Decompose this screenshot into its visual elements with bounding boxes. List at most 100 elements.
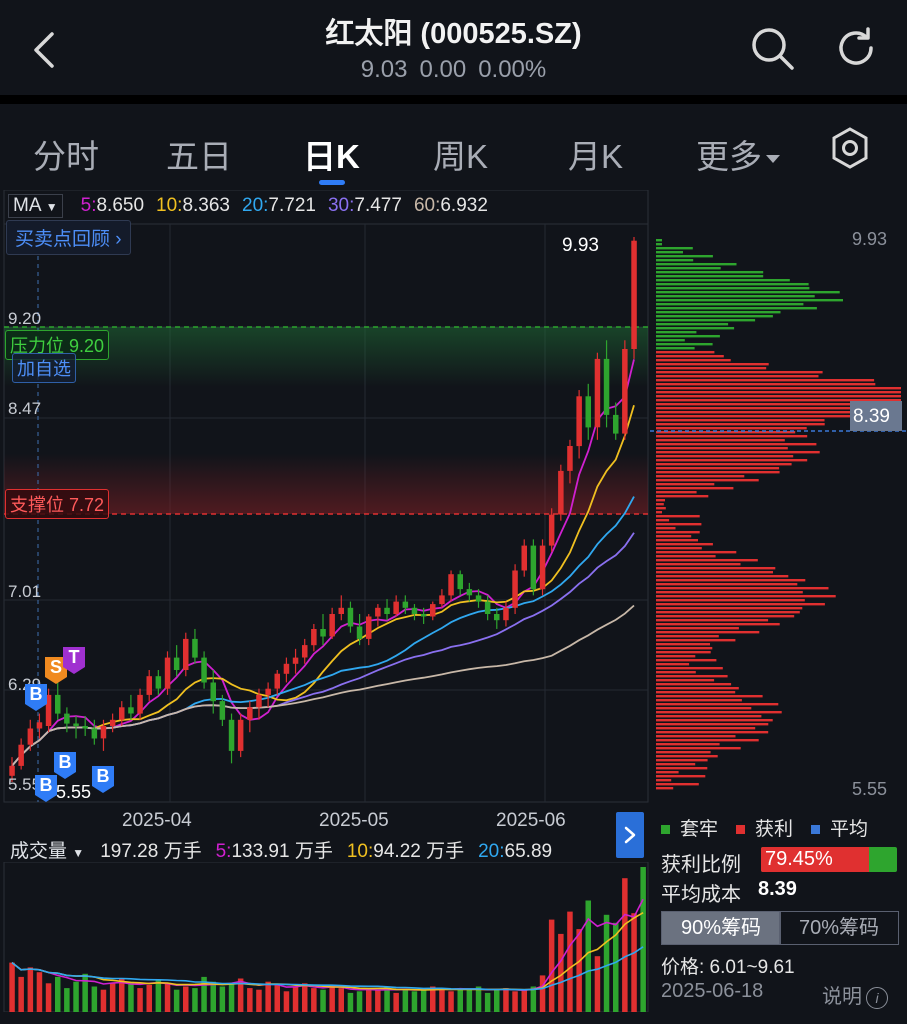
chip-bar [656,787,674,790]
support-level-tag: 支撑位 7.72 [5,489,110,519]
chip-bar [656,647,713,650]
tab-weekly-k[interactable]: 周K [433,130,488,178]
refresh-icon[interactable] [832,24,880,72]
volume-bar [100,989,107,1012]
candle-body [219,701,226,720]
chip-bar [656,427,807,430]
chip-bar [656,679,715,682]
chip-bar [656,623,780,626]
low-price-label: 5.55 [56,782,91,802]
volume-bar [494,989,500,1012]
chip-bar [656,591,803,594]
add-watchlist-button[interactable]: 加自选 [12,353,76,383]
chevron-down-icon [766,155,780,164]
expand-panel-button[interactable] [616,812,644,858]
trade-review-label: 买卖点回顾 [15,229,111,250]
chip-bar [656,379,875,382]
candle-body [146,676,152,695]
chip-bar [656,275,764,278]
chip-bar [656,783,699,786]
tab-more[interactable]: 更多 [696,130,780,178]
candle-body [420,614,427,617]
chip-bar [656,331,697,334]
chip-distribution: 8.39 9.93 5.55 [650,229,907,799]
chip-bar [656,475,745,478]
tab-monthly-k[interactable]: 月K [568,130,623,178]
chip-bar [656,727,756,730]
candle-body [338,607,344,614]
search-icon[interactable] [748,24,796,72]
candle-body [375,607,381,617]
volume-bar [338,988,344,1012]
chip-bar [656,383,876,386]
chip-bar [656,503,664,506]
chip-bar [656,487,734,490]
chip-bar [656,375,819,378]
chip-bar [656,499,665,502]
settings-icon[interactable] [828,126,872,170]
y-label-847: 8.47 [8,399,41,418]
volume-ma10: 10:94.22 万手 [346,841,465,862]
x-label-jun: 2025-06 [496,810,566,830]
volume-ma20: 20:65.89 [478,841,553,862]
chip-bar [656,415,869,418]
chip-70-toggle[interactable]: 70%筹码 [779,911,899,945]
legend-profit: 获利 [755,819,794,840]
chip-bar [656,323,729,326]
chip-bar [656,603,825,606]
chip-bar [656,255,713,258]
volume-bar [247,988,253,1012]
chip-bar [656,655,696,658]
caret-down-icon: ▼ [72,846,85,860]
chip-bar [656,731,769,734]
chip-90-toggle[interactable]: 90%筹码 [661,911,781,945]
volume-bar [283,991,290,1012]
chip-bar [656,675,728,678]
chip-bar [656,515,700,518]
chip-bar [656,683,732,686]
candle-body [100,726,107,739]
chip-bar [656,467,780,470]
volume-chart [3,862,649,1012]
chip-price-range: 价格: 6.01~9.61 [661,957,795,978]
chevron-right-icon [624,826,636,844]
volume-bar [622,878,628,1012]
volume-bar [366,988,372,1012]
volume-bar [292,986,299,1012]
tab-daily-k[interactable]: 日K [303,130,360,178]
volume-bar [9,962,15,1012]
candle-body [539,545,546,590]
candle-body [494,614,500,621]
avg-cost-tag-value: 8.39 [853,406,890,427]
trade-review-button[interactable]: 买卖点回顾 › [6,220,131,255]
explain-button[interactable]: 说明 i [822,980,888,1009]
y-label-701: 7.01 [8,582,41,601]
profit-ratio-label: 获利比例 [661,854,741,876]
chip-top-price: 9.93 [852,229,887,249]
chip-bar [656,451,820,454]
volume-selector[interactable]: 成交量 ▼ [8,836,86,863]
legend-average: 平均 [830,819,869,840]
chip-bar [656,615,795,618]
chip-bar [656,483,715,486]
candle-body [613,414,619,434]
volume-bar [45,983,52,1012]
tab-intraday[interactable]: 分时 [33,130,99,178]
volume-bar [265,981,271,1012]
chip-bar [656,347,695,350]
chip-bar [656,527,676,530]
chip-bar [656,543,713,546]
tab-five-day[interactable]: 五日 [166,130,232,178]
chip-bar [656,571,773,574]
buy-marker-label: B [40,775,53,795]
candle-body [411,607,418,614]
volume-bar [521,989,527,1012]
info-icon: i [866,986,888,1009]
chip-bar [656,747,741,750]
chip-bar [656,295,815,298]
candle-body [512,570,518,608]
chip-bar [656,507,666,510]
y-label-920: 9.20 [8,309,41,328]
profit-ratio-bar: 79.45% [761,847,897,872]
chip-bar [656,691,736,694]
